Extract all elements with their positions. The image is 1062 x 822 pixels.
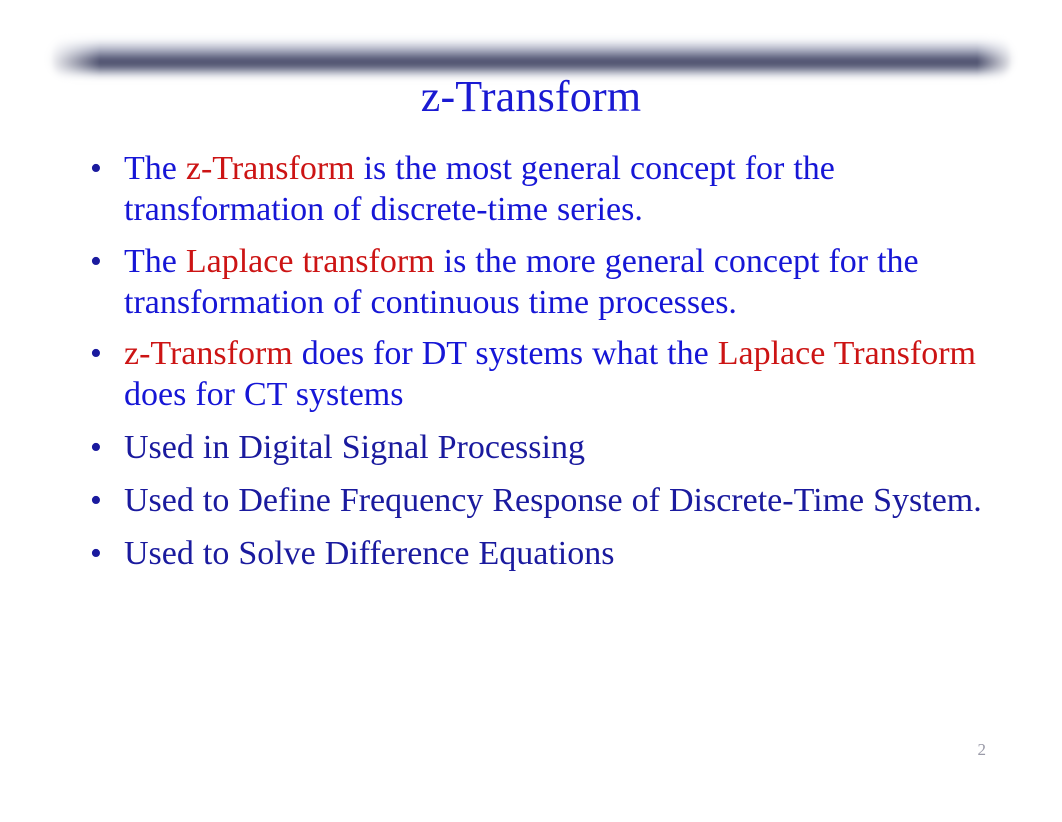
text-run-2: z-Transform — [185, 150, 355, 187]
text-run-2: does for DT systems what the — [292, 335, 718, 372]
bullet-text-2: The Laplace transform is the more genera… — [124, 241, 988, 323]
bullet-item-2: • The Laplace transform is the more gene… — [78, 241, 988, 323]
text-run-1: Used to Define Frequency Response of Dis… — [124, 482, 982, 519]
bullet-text-5: Used to Define Frequency Response of Dis… — [124, 480, 988, 521]
bullet-item-1: • The z-Transform is the most general co… — [78, 148, 988, 230]
bullet-marker-icon: • — [90, 243, 102, 280]
bullet-text-1: The z-Transform is the most general conc… — [124, 148, 988, 230]
bullet-text-3: z-Transform does for DT systems what the… — [124, 333, 988, 415]
slide-title: z-Transform — [420, 72, 642, 121]
page-number: 2 — [977, 740, 987, 759]
text-run-3: Laplace Transform — [717, 335, 976, 372]
bullet-item-6: • Used to Solve Difference Equations — [78, 533, 988, 574]
bullet-item-4: • Used in Digital Signal Processing — [78, 427, 988, 468]
bullet-item-3: • z-Transform does for DT systems what t… — [78, 333, 988, 415]
text-run-1: The — [124, 243, 186, 280]
bullet-marker-icon: • — [90, 335, 102, 372]
bullet-marker-icon: • — [90, 535, 102, 572]
text-run-2: Laplace transform — [185, 243, 435, 280]
bullet-marker-icon: • — [90, 429, 102, 466]
bullet-marker-icon: • — [90, 150, 102, 187]
text-run-1: Used in Digital Signal Processing — [124, 429, 585, 466]
bullet-text-4: Used in Digital Signal Processing — [124, 427, 988, 468]
bullet-item-5: • Used to Define Frequency Response of D… — [78, 480, 988, 521]
text-run-1: Used to Solve Difference Equations — [124, 535, 615, 572]
slide-canvas: z-Transform • The z-Transform is the mos… — [0, 0, 1062, 822]
text-run-1: z-Transform — [124, 335, 293, 372]
bullet-marker-icon: • — [90, 482, 102, 519]
text-run-4: does for CT systems — [124, 376, 404, 413]
bullet-text-6: Used to Solve Difference Equations — [124, 533, 988, 574]
text-run-1: The — [124, 150, 186, 187]
bullet-list: • The z-Transform is the most general co… — [78, 148, 988, 574]
